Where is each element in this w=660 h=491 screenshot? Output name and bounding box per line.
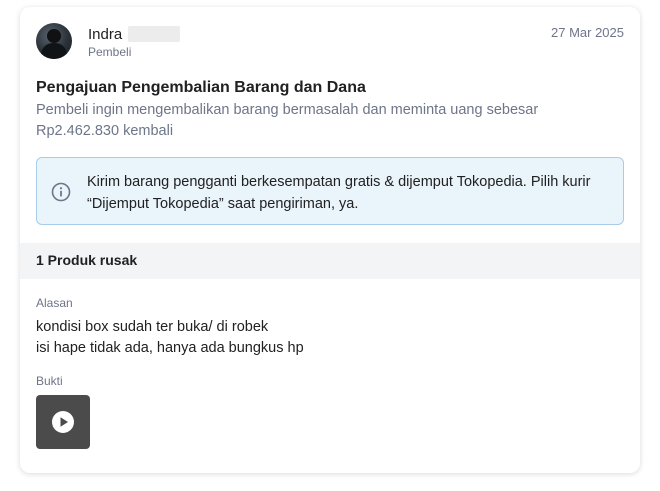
buyer-name: Indra [88,25,123,43]
info-banner: Kirim barang pengganti berkesempatan gra… [36,157,624,225]
request-date: 27 Mar 2025 [551,25,624,40]
evidence-video-thumbnail[interactable] [36,395,90,449]
redacted-name-block [128,26,181,42]
info-icon [51,182,71,202]
reason-line: isi hape tidak ada, hanya ada bungkus hp [36,340,304,356]
play-icon[interactable] [51,410,75,434]
reason-label: Alasan [36,296,73,310]
product-section-title: 1 Produk rusak [36,252,138,268]
request-title: Pengajuan Pengembalian Barang dan Dana [36,79,366,96]
buyer-role: Pembeli [88,45,132,59]
avatar [36,23,72,59]
info-banner-text: Kirim barang pengganti berkesempatan gra… [87,174,591,212]
reason-line: kondisi box sudah ter buka/ di robek [36,319,269,335]
evidence-label: Bukti [36,374,63,388]
reason-text: kondisi box sudah ter buka/ di robek isi… [36,317,304,359]
return-request-card: Indra Pembeli 27 Mar 2025 Pengajuan Peng… [20,7,640,473]
product-section-header: 1 Produk rusak [20,243,640,279]
buyer-name-row: Indra [88,25,181,43]
buyer-header: Indra Pembeli 27 Mar 2025 [36,23,624,63]
request-description: Pembeli ingin mengembalikan barang berma… [36,102,539,139]
